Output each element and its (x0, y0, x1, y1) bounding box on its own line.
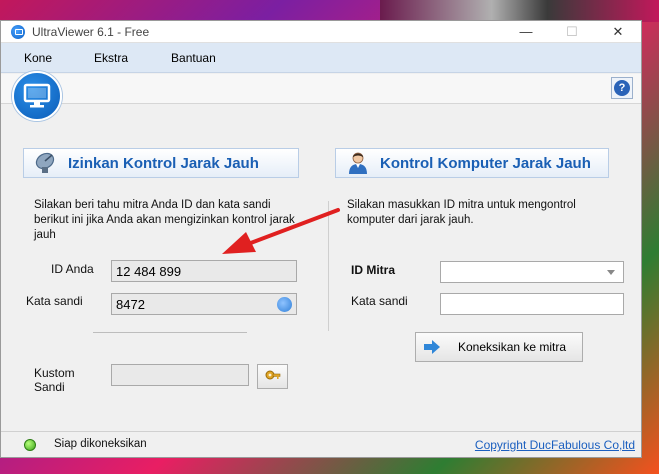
close-button[interactable]: ✕ (595, 21, 641, 43)
allow-description: Silakan beri tahu mitra Anda ID dan kata… (34, 199, 295, 241)
copyright-link[interactable]: Copyright DucFabulous Co,ltd (475, 438, 635, 452)
allow-remote-control-title: Izinkan Kontrol Jarak Jauh (68, 154, 259, 172)
user-icon (344, 150, 372, 176)
menu-item-ekstra[interactable]: Ekstra (71, 51, 148, 65)
status-text: Siap dikoneksikan (54, 438, 147, 450)
toolbar-strip (1, 74, 641, 104)
maximize-button[interactable]: ☐ (549, 21, 595, 43)
ultraviewer-window: UltraViewer 6.1 - Free — ☐ ✕ Kone Ekstra… (0, 20, 642, 458)
chevron-down-icon[interactable] (607, 270, 615, 275)
your-id-field[interactable]: 12 484 899 (111, 260, 297, 282)
your-password-label: Kata sandi (26, 294, 83, 308)
connect-button-label: Koneksikan ke mitra (458, 340, 567, 354)
help-button[interactable]: ? (611, 77, 633, 99)
help-icon: ? (614, 80, 630, 96)
connect-to-partner-button[interactable]: Koneksikan ke mitra (415, 332, 583, 362)
minimize-button[interactable]: — (503, 21, 549, 43)
partner-password-field[interactable] (440, 293, 624, 315)
partner-id-label: ID Mitra (351, 263, 396, 277)
connection-status-indicator-icon (24, 439, 36, 451)
monitor-logo-icon (12, 71, 62, 121)
ultraviewer-app-icon (11, 24, 25, 39)
title-bar[interactable]: UltraViewer 6.1 - Free — ☐ ✕ (1, 21, 641, 43)
center-divider (328, 201, 329, 331)
partner-password-label: Kata sandi (351, 294, 408, 308)
window-title: UltraViewer 6.1 - Free (32, 24, 150, 39)
set-custom-password-button[interactable] (257, 364, 288, 389)
custom-password-label-line1: Kustom (34, 366, 75, 380)
your-password-field[interactable]: 8472 (111, 293, 297, 315)
custom-password-field[interactable] (111, 364, 249, 386)
your-id-label: ID Anda (51, 262, 94, 276)
allow-remote-control-header: Izinkan Kontrol Jarak Jauh (23, 148, 299, 178)
window-controls: — ☐ ✕ (503, 21, 641, 43)
arrow-right-icon (424, 340, 440, 354)
control-remote-computer-header: Kontrol Komputer Jarak Jauh (335, 148, 609, 178)
control-remote-computer-title: Kontrol Komputer Jarak Jauh (380, 154, 591, 172)
partner-id-dropdown[interactable] (440, 261, 624, 283)
menu-bar: Kone Ekstra Bantuan (1, 43, 641, 73)
satellite-dish-icon (32, 150, 60, 176)
menu-item-bantuan[interactable]: Bantuan (148, 51, 236, 65)
key-icon (265, 370, 280, 379)
status-bar: Siap dikoneksikan Copyright DucFabulous … (1, 431, 641, 457)
your-password-value: 8472 (116, 297, 145, 312)
custom-password-label: Kustom Sandi (34, 366, 75, 394)
control-description: Silakan masukkan ID mitra untuk mengontr… (347, 199, 576, 226)
custom-password-label-line2: Sandi (34, 380, 65, 394)
refresh-password-icon[interactable] (277, 297, 292, 312)
left-divider (93, 332, 247, 333)
menu-item-kone[interactable]: Kone (1, 51, 71, 65)
desktop-background (380, 0, 659, 22)
